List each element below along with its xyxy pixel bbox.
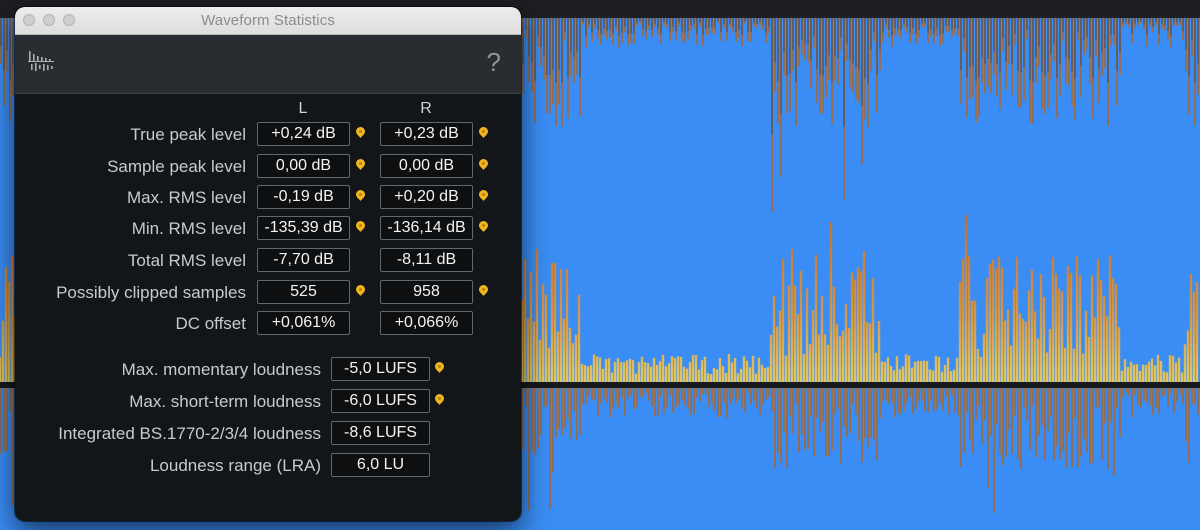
right-channel-value[interactable]: +0,20 dB [380,185,473,209]
marker-pin-icon[interactable] [354,157,367,170]
marker-pin-icon[interactable] [354,219,367,232]
stat-row: True peak level +0,24 dB +0,23 dB [15,122,521,148]
title-bar[interactable]: Waveform Statistics [15,7,521,35]
stat-row: Sample peak level 0,00 dB 0,00 dB [15,154,521,180]
stat-row: Max. RMS level -0,19 dB +0,20 dB [15,185,521,211]
statistics-content: L R True peak level +0,24 dB +0,23 dB Sampl… [15,94,521,521]
loudness-row: Integrated BS.1770-2/3/4 loudness -8,6 LU… [15,421,521,447]
stat-row: Possibly clipped samples 525 958 [15,280,521,306]
stat-label: Sample peak level [107,157,246,176]
right-channel-value[interactable]: 0,00 dB [380,154,473,178]
stat-label: Max. RMS level [126,188,246,207]
marker-pin-icon[interactable] [477,188,490,201]
marker-pin-icon[interactable] [354,283,367,296]
marker-pin-icon[interactable] [477,283,490,296]
window-title: Waveform Statistics [201,12,335,29]
stat-label: DC offset [175,314,246,333]
right-channel-value[interactable]: +0,23 dB [380,122,473,146]
loudness-value[interactable]: 6,0 LU [331,453,430,477]
marker-pin-icon[interactable] [477,157,490,170]
waveform-statistics-window: Waveform Statistics ? L R True peak leve… [15,7,521,521]
stat-row: DC offset +0,061% +0,066% [15,311,521,337]
marker-pin-icon[interactable] [433,360,446,373]
stat-label: Min. RMS level [131,219,246,238]
right-channel-value[interactable]: 958 [380,280,473,304]
left-channel-value[interactable]: -135,39 dB [257,216,350,240]
right-channel-value[interactable]: +0,066% [380,311,473,335]
marker-pin-icon[interactable] [354,125,367,138]
help-button[interactable]: ? [487,47,501,77]
loudness-row: Max. momentary loudness -5,0 LUFS [15,357,521,383]
loudness-label: Max. momentary loudness [121,360,321,379]
left-channel-value[interactable]: 525 [257,280,350,304]
marker-pin-icon[interactable] [477,125,490,138]
waveform-stats-icon[interactable] [27,48,57,76]
left-channel-value[interactable]: -0,19 dB [257,185,350,209]
loudness-label: Integrated BS.1770-2/3/4 loudness [58,424,321,443]
right-channel-value[interactable]: -8,11 dB [380,248,473,272]
loudness-value[interactable]: -5,0 LUFS [331,357,430,381]
loudness-value[interactable]: -6,0 LUFS [331,389,430,413]
loudness-row: Loudness range (LRA) 6,0 LU [15,453,521,479]
column-header-right: R [420,100,432,117]
loudness-value[interactable]: -8,6 LUFS [331,421,430,445]
stat-label: Possibly clipped samples [56,283,246,302]
toolbar: ? [15,35,521,94]
loudness-label: Loudness range (LRA) [149,456,321,475]
loudness-row: Max. short-term loudness -6,0 LUFS [15,389,521,415]
marker-pin-icon[interactable] [477,219,490,232]
left-channel-value[interactable]: 0,00 dB [257,154,350,178]
column-header-left: L [298,100,308,117]
left-channel-value[interactable]: +0,061% [257,311,350,335]
marker-pin-icon[interactable] [433,392,446,405]
stat-row: Total RMS level -7,70 dB -8,11 dB [15,248,521,274]
stat-row: Min. RMS level -135,39 dB -136,14 dB [15,216,521,242]
stat-label: True peak level [130,125,246,144]
stat-label: Total RMS level [127,251,246,270]
marker-pin-icon[interactable] [354,188,367,201]
left-channel-value[interactable]: -7,70 dB [257,248,350,272]
right-channel-value[interactable]: -136,14 dB [380,216,473,240]
loudness-label: Max. short-term loudness [129,392,321,411]
left-channel-value[interactable]: +0,24 dB [257,122,350,146]
